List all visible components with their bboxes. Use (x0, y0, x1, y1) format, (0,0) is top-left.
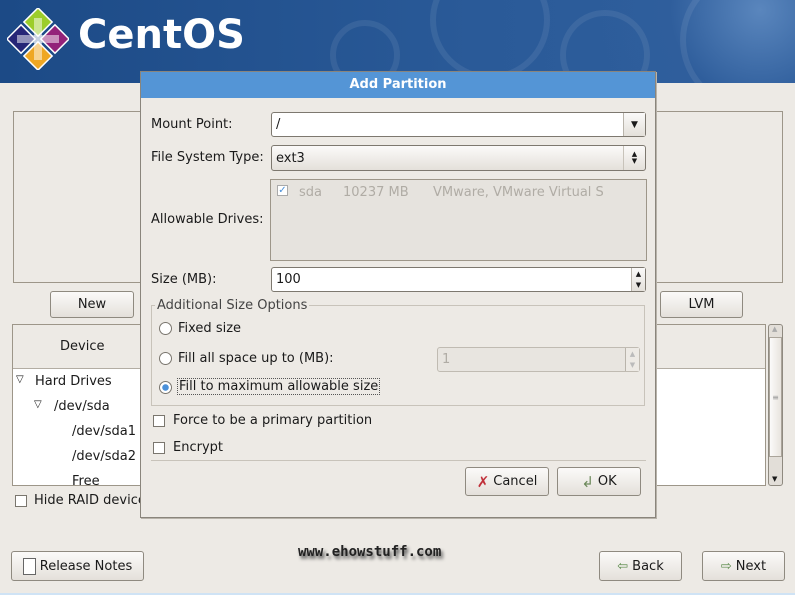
drive-name: sda (299, 185, 322, 200)
fill-max-label: Fill to maximum allowable size (177, 378, 381, 395)
tree-item[interactable]: /dev/sda1 (72, 424, 136, 439)
watermark: www.ehowstuff.com (298, 544, 442, 560)
lvm-button[interactable]: LVM (660, 291, 743, 318)
chevron-down-icon[interactable]: ▼ (623, 113, 645, 136)
tree-scrollbar[interactable]: ≡ ▲ ▼ (768, 324, 783, 486)
size-spinbox[interactable]: 100 ▲ ▼ (271, 267, 646, 292)
centos-logo-icon (7, 8, 69, 70)
fill-upto-label: Fill all space up to (MB): (178, 351, 334, 366)
next-label: Next (735, 558, 767, 574)
lvm-label: LVM (688, 297, 715, 312)
cancel-button[interactable]: ✗ Cancel (465, 467, 549, 496)
tree-item[interactable]: Free (72, 474, 100, 486)
cancel-label: Cancel (493, 474, 538, 489)
centos-logo-text: CentOS (78, 12, 245, 58)
fill-upto-spinbox: 1 ▲ ▼ (437, 347, 640, 372)
primary-partition-label: Force to be a primary partition (173, 413, 373, 428)
hide-raid-checkbox[interactable] (15, 495, 27, 507)
size-value: 100 (276, 272, 301, 287)
fs-type-value: ext3 (276, 150, 305, 166)
fill-upto-radio[interactable] (159, 352, 172, 365)
back-arrow-icon: ⇦ (617, 558, 629, 574)
release-notes-label: Release Notes (39, 558, 133, 574)
ok-label: OK (597, 474, 617, 489)
drive-model: VMware, VMware Virtual S (433, 185, 604, 200)
tree-item[interactable]: /dev/sda (54, 399, 110, 414)
encrypt-checkbox[interactable] (153, 442, 165, 454)
mount-point-label: Mount Point: (151, 117, 233, 132)
spin-arrows-icon[interactable]: ▲ ▼ (631, 268, 645, 291)
add-partition-dialog: Add Partition Mount Point: / ▼ File Syst… (140, 71, 656, 518)
release-notes-button[interactable]: Release Notes (11, 551, 144, 581)
fs-type-select[interactable]: ext3 ▲ ▼ (271, 145, 646, 171)
expander-icon[interactable]: ▽ (16, 374, 24, 385)
new-button[interactable]: New (50, 291, 134, 318)
back-label: Back (632, 558, 664, 574)
separator (151, 460, 646, 461)
hide-raid-label: Hide RAID device (34, 493, 146, 508)
primary-partition-checkbox[interactable] (153, 415, 165, 427)
new-label: New (77, 297, 107, 312)
expander-icon[interactable]: ▽ (34, 399, 42, 410)
encrypt-label: Encrypt (173, 440, 223, 455)
next-button[interactable]: ⇨ Next (702, 551, 785, 581)
size-label: Size (MB): (151, 272, 217, 287)
back-button[interactable]: ⇦ Back (599, 551, 682, 581)
dialog-title: Add Partition (141, 72, 655, 98)
allowable-drives-label: Allowable Drives: (151, 212, 264, 227)
tree-item[interactable]: Hard Drives (35, 374, 112, 389)
mount-point-combo[interactable]: / ▼ (271, 112, 646, 137)
next-arrow-icon: ⇨ (720, 558, 732, 574)
fs-type-label: File System Type: (151, 150, 264, 165)
drives-list[interactable]: ✓ sda 10237 MB VMware, VMware Virtual S (270, 179, 647, 261)
cancel-x-icon: ✗ (476, 472, 490, 491)
spin-arrows-icon: ▲ ▼ (625, 348, 639, 371)
updown-icon: ▲ ▼ (623, 146, 645, 170)
fixed-size-label: Fixed size (178, 321, 242, 336)
document-icon (22, 557, 36, 575)
mount-point-value: / (276, 117, 281, 132)
fill-upto-value: 1 (442, 352, 451, 367)
fill-max-radio[interactable] (159, 381, 172, 394)
drive-size: 10237 MB (343, 185, 409, 200)
ok-button[interactable]: ↲ OK (557, 467, 641, 496)
tree-item[interactable]: /dev/sda2 (72, 449, 136, 464)
fixed-size-radio[interactable] (159, 322, 172, 335)
ok-arrow-icon: ↲ (581, 472, 594, 491)
drive-checkbox[interactable]: ✓ (277, 185, 288, 196)
size-options-legend: Additional Size Options (155, 298, 310, 313)
device-column-header: Device (60, 339, 105, 354)
